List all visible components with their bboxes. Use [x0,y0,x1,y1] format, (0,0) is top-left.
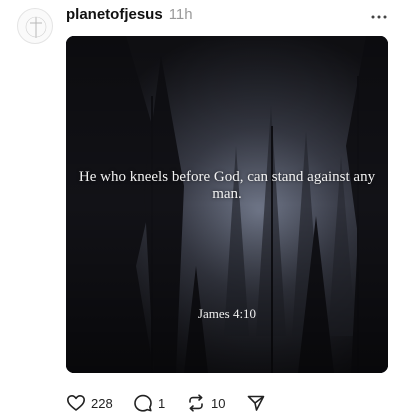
heart-icon [67,395,85,411]
post-image[interactable]: He who kneels before God, can stand agai… [66,36,388,373]
forest-background [66,36,388,373]
repost-button[interactable]: 10 [186,392,225,414]
repost-count: 10 [211,395,226,411]
repost-icon [189,394,203,412]
comment-bubble-icon [134,394,152,412]
like-count: 228 [91,395,113,411]
cross-logo-icon [25,16,47,38]
more-dots-icon [371,15,387,19]
share-button[interactable] [246,392,266,414]
avatar[interactable] [17,8,53,44]
reply-button[interactable]: 1 [133,392,165,414]
more-options-button[interactable] [368,10,390,24]
reply-count: 1 [158,395,166,411]
like-button[interactable]: 228 [66,392,113,414]
post-time[interactable]: 11h [169,6,193,23]
image-quote-text: He who kneels before God, can stand agai… [78,169,376,202]
username[interactable]: planetofjesus [66,6,163,23]
send-icon [247,395,265,411]
post-header: planetofjesus 11h [66,6,193,26]
image-scripture-reference: James 4:10 [197,306,257,321]
thread-post: planetofjesus 11h He who kneels before G… [0,0,401,418]
